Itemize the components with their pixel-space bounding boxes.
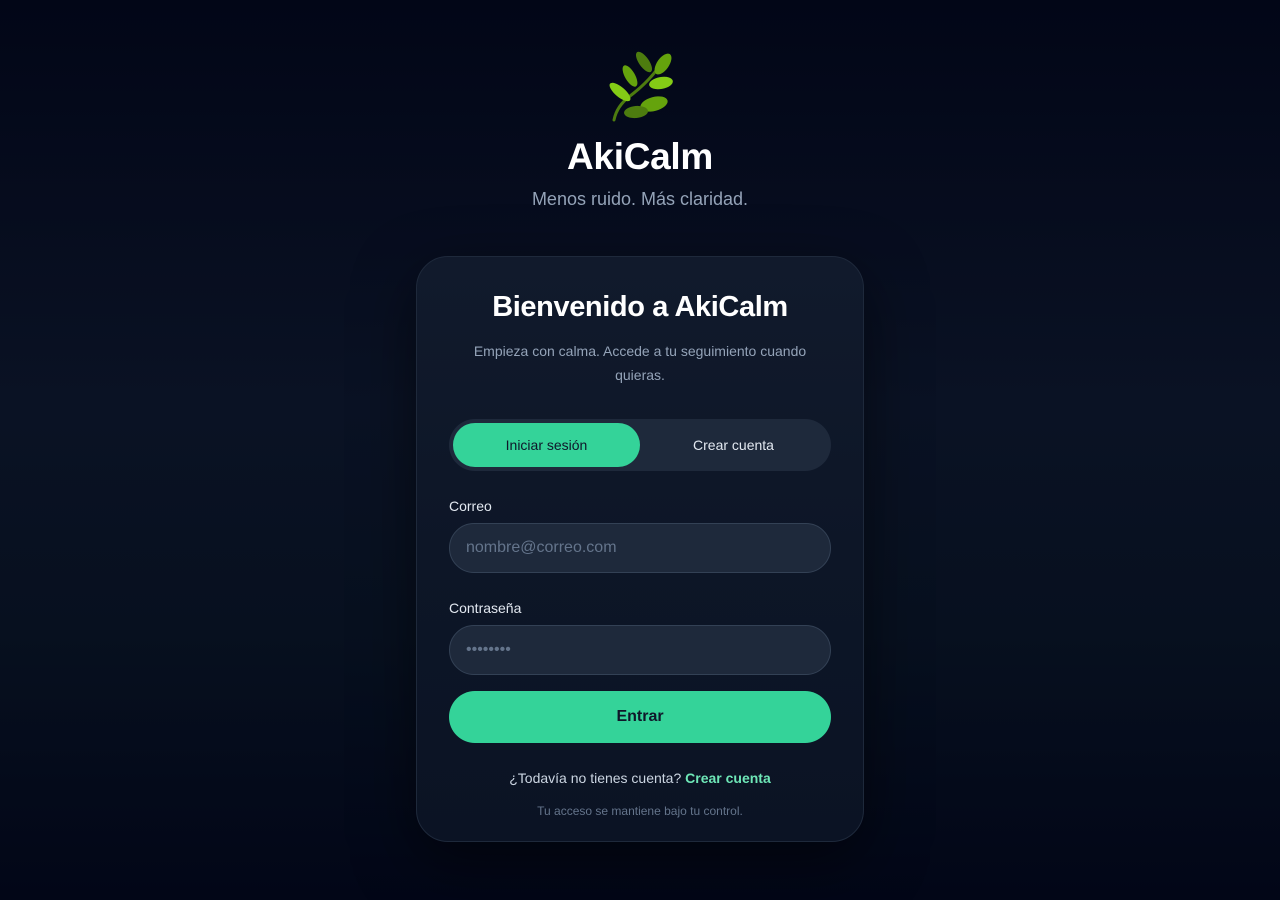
auth-mode-toggle: Iniciar sesión Crear cuenta: [449, 419, 831, 471]
create-account-link[interactable]: Crear cuenta: [685, 770, 771, 786]
herb-leaf-icon: [609, 51, 673, 122]
password-label: Contraseña: [449, 600, 522, 616]
login-card: Bienvenido a AkiCalm Empieza con calma. …: [416, 256, 864, 842]
privacy-footnote: Tu acceso se mantiene bajo tu control.: [537, 804, 743, 818]
email-label: Correo: [449, 498, 492, 514]
email-field[interactable]: [449, 523, 831, 573]
app-tagline: Menos ruido. Más claridad.: [531, 189, 749, 209]
login-submit-button[interactable]: Entrar: [449, 691, 831, 743]
signup-prompt-row: ¿Todavía no tienes cuenta? Crear cuenta: [449, 769, 831, 787]
tab-signup[interactable]: Crear cuenta: [640, 423, 827, 467]
password-field[interactable]: [449, 625, 831, 675]
card-subtitle: Empieza con calma. Accede a tu seguimien…: [473, 343, 807, 383]
card-title: Bienvenido a AkiCalm: [492, 291, 788, 323]
tab-login[interactable]: Iniciar sesión: [453, 423, 640, 467]
signup-prompt-text: ¿Todavía no tienes cuenta?: [509, 770, 682, 786]
app-name: AkiCalm: [567, 136, 713, 177]
brand-header: AkiCalm Menos ruido. Más claridad.: [0, 50, 1280, 210]
